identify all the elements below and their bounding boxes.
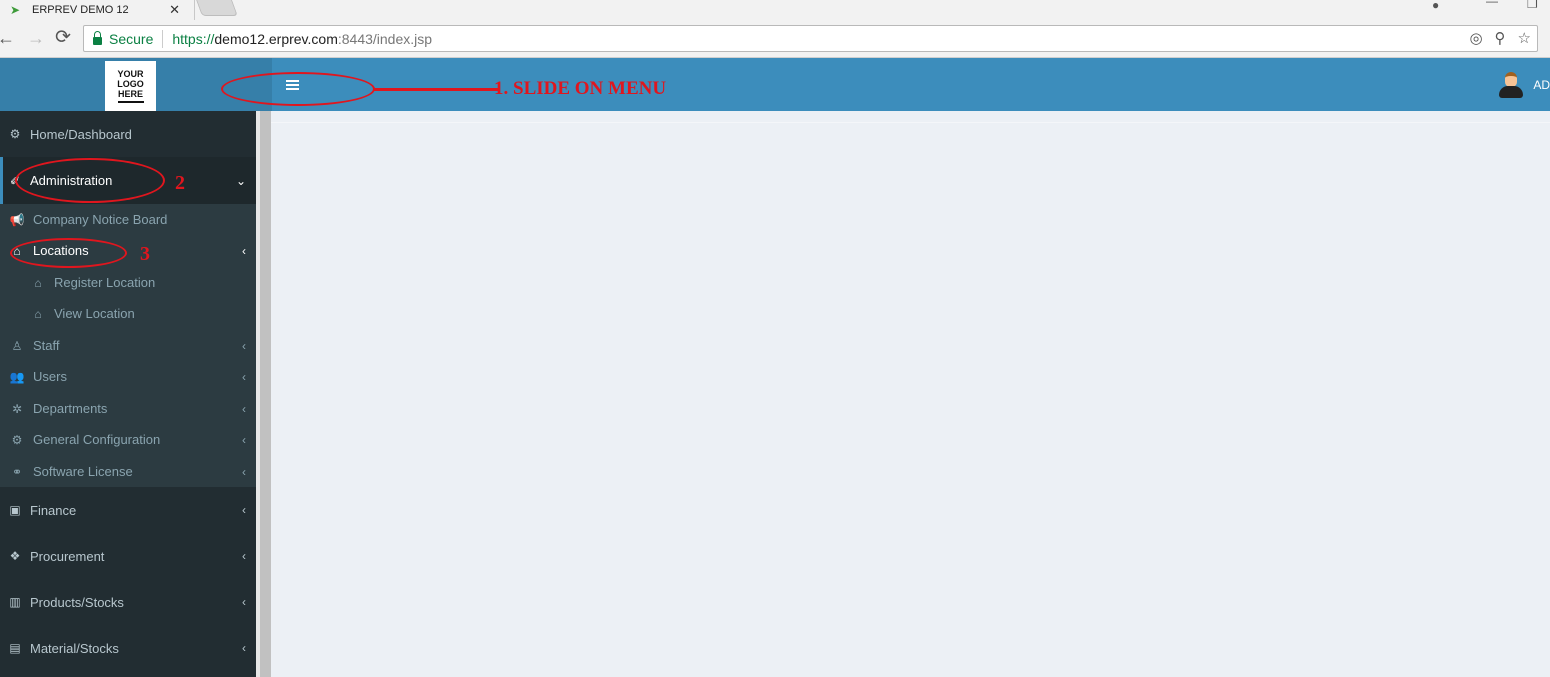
- sidebar-item-label: Staff: [33, 338, 60, 353]
- chevron-left-icon: ‹: [242, 595, 246, 609]
- hamburger-icon[interactable]: [286, 80, 299, 90]
- logo[interactable]: YOUR LOGO HERE: [105, 61, 156, 111]
- new-tab-button[interactable]: [196, 0, 238, 16]
- browser-tab[interactable]: ➤ ERPREV DEMO 12 ✕: [0, 0, 195, 20]
- user-menu[interactable]: AD: [1499, 72, 1550, 98]
- user-icon: ♙: [11, 338, 23, 353]
- url-path: :8443/index.jsp: [337, 30, 433, 47]
- sidebar-item-software-license[interactable]: ⚭ Software License ‹: [0, 456, 256, 487]
- sidebar: ⚙ Home/Dashboard ✐ Administration ⌄ 📢 Co…: [0, 111, 256, 677]
- lock-icon: [93, 30, 102, 45]
- bucket-icon: ▤: [9, 641, 21, 655]
- sidebar-item-finance[interactable]: ▣ Finance ‹: [0, 487, 256, 533]
- building-icon: ▥: [9, 595, 21, 609]
- browser-tab-bar: ➤ ERPREV DEMO 12 ✕ ● — ❐: [0, 0, 1550, 20]
- chevron-left-icon: ‹: [242, 432, 246, 447]
- logo-line-3: HERE: [117, 89, 143, 99]
- logo-line-1: YOUR: [117, 69, 144, 79]
- home-icon: ⌂: [34, 306, 42, 321]
- sidebar-item-staff[interactable]: ♙ Staff ‹: [0, 330, 256, 361]
- sidebar-item-departments[interactable]: ✲ Departments ‹: [0, 393, 256, 424]
- sidebar-item-users[interactable]: 👥 Users ‹: [0, 361, 256, 392]
- app-header: YOUR LOGO HERE AD: [0, 58, 1550, 111]
- content-divider: [271, 122, 1550, 123]
- avatar: [1499, 72, 1524, 98]
- sidebar-item-label: Home/Dashboard: [30, 126, 132, 142]
- sidebar-item-label: Locations: [33, 243, 89, 258]
- chevron-left-icon: ‹: [242, 401, 246, 416]
- logo-underline: [117, 101, 144, 103]
- chevron-left-icon: ‹: [242, 464, 246, 479]
- sidebar-item-label: Administration: [30, 173, 113, 188]
- sidebar-item-label: General Configuration: [33, 432, 161, 447]
- sidebar-item-locations[interactable]: ⌂ Locations ‹: [0, 235, 256, 266]
- address-bar[interactable]: Secure https://demo12.erprev.com:8443/in…: [83, 25, 1538, 52]
- user-name: AD: [1533, 78, 1550, 92]
- gears-icon: ⚙: [11, 432, 23, 447]
- sidebar-item-label: View Location: [54, 306, 135, 321]
- divider: [162, 29, 164, 48]
- bookmark-star-icon[interactable]: ☆: [1518, 29, 1531, 47]
- users-icon: 👥: [9, 369, 25, 384]
- sidebar-item-administration[interactable]: ✐ Administration ⌄: [0, 157, 256, 204]
- main-content: [271, 111, 1550, 677]
- logo-area: YOUR LOGO HERE: [0, 58, 272, 111]
- chevron-left-icon: ‹: [242, 503, 246, 517]
- reload-icon[interactable]: ⟳: [55, 28, 71, 47]
- departments-icon: ✲: [11, 401, 23, 416]
- sidebar-item-label: Users: [33, 369, 67, 384]
- sidebar-item-label: Procurement: [30, 548, 105, 564]
- secure-label: Secure: [109, 30, 154, 47]
- location-icon[interactable]: ◎: [1469, 29, 1482, 47]
- close-tab-icon[interactable]: ✕: [169, 2, 180, 18]
- sidebar-item-company-notice-board[interactable]: 📢 Company Notice Board: [0, 204, 256, 235]
- sidebar-scrollbar[interactable]: [260, 111, 271, 677]
- sidebar-item-general-configuration[interactable]: ⚙ General Configuration ‹: [0, 424, 256, 455]
- logo-line-2: LOGO: [117, 79, 144, 89]
- dashboard-icon: ⚙: [9, 127, 21, 141]
- chevron-down-icon: ⌄: [235, 173, 246, 188]
- minimize-icon[interactable]: —: [1486, 0, 1498, 8]
- money-icon: ▣: [9, 503, 21, 517]
- sidebar-item-label: Departments: [33, 401, 108, 416]
- administration-submenu: 📢 Company Notice Board ⌂ Locations ‹ ⌂ R…: [0, 204, 256, 487]
- back-icon[interactable]: ←: [0, 29, 15, 47]
- home-icon: ⌂: [13, 243, 21, 258]
- sidebar-item-label: Company Notice Board: [33, 212, 168, 227]
- sidebar-item-label: Register Location: [54, 275, 156, 290]
- sidebar-item-label: Software License: [33, 464, 133, 479]
- restore-window-icon[interactable]: ❐: [1527, 0, 1538, 11]
- url-protocol: https://: [172, 30, 215, 47]
- sidebar-item-material-stocks[interactable]: ▤ Material/Stocks ‹: [0, 625, 256, 671]
- link-icon: ⚭: [11, 464, 23, 479]
- url-host: demo12.erprev.com: [214, 30, 338, 47]
- chevron-left-icon: ‹: [242, 338, 246, 353]
- chevron-left-icon: ‹: [242, 549, 246, 563]
- chevron-left-icon: ‹: [242, 369, 246, 384]
- sidebar-item-view-location[interactable]: ⌂ View Location: [0, 298, 256, 329]
- administration-icon: ✐: [9, 173, 21, 188]
- chevron-left-icon: ‹: [242, 243, 246, 258]
- sidebar-item-label: Material/Stocks: [30, 640, 119, 656]
- sidebar-item-products-stocks[interactable]: ▥ Products/Stocks ‹: [0, 579, 256, 625]
- sidebar-item-label: Finance: [30, 502, 77, 518]
- cubes-icon: ❖: [9, 549, 21, 563]
- home-icon: ⌂: [34, 275, 42, 290]
- sidebar-item-register-location[interactable]: ⌂ Register Location: [0, 267, 256, 298]
- sidebar-item-home-dashboard[interactable]: ⚙ Home/Dashboard: [0, 111, 256, 157]
- forward-icon[interactable]: →: [27, 29, 45, 47]
- bullhorn-icon: 📢: [9, 212, 25, 227]
- profile-icon[interactable]: ●: [1432, 0, 1439, 12]
- chevron-left-icon: ‹: [242, 641, 246, 655]
- sidebar-item-label: Products/Stocks: [30, 594, 124, 610]
- erprev-favicon-icon: ➤: [10, 3, 21, 17]
- browser-toolbar: ← → ⟳ Secure https://demo12.erprev.com:8…: [0, 20, 1550, 58]
- sidebar-item-procurement[interactable]: ❖ Procurement ‹: [0, 533, 256, 579]
- key-icon[interactable]: ⚲: [1495, 29, 1506, 47]
- tab-title: ERPREV DEMO 12: [32, 4, 129, 16]
